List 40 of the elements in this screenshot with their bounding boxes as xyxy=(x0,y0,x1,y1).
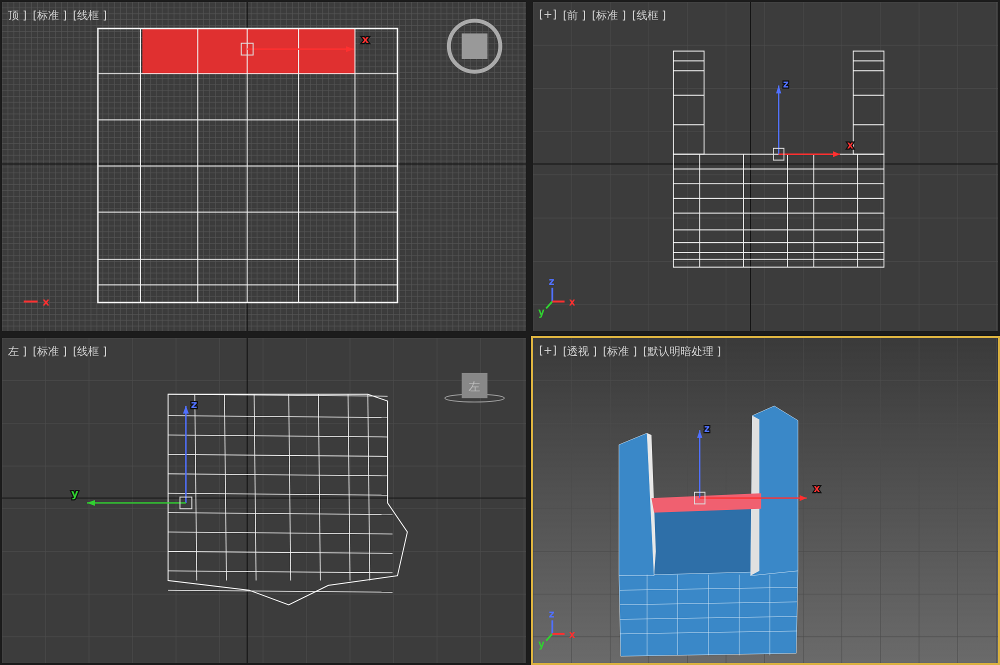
viewport-label[interactable]: [透视 ] xyxy=(562,344,597,359)
viewport-label[interactable]: [+] xyxy=(539,344,557,359)
axis-arrow-icon[interactable] xyxy=(87,500,186,506)
axis-label: z xyxy=(704,424,710,436)
viewport-label[interactable]: [标准 ] xyxy=(592,8,626,23)
axis-label: y xyxy=(71,487,78,500)
view-cube-icon[interactable] xyxy=(446,18,502,74)
axis-label: x xyxy=(362,33,369,46)
pivot-square-icon xyxy=(772,148,784,161)
axis-label: z xyxy=(783,78,789,91)
viewport-label[interactable]: [+] xyxy=(539,8,557,23)
axis-label: z xyxy=(548,609,554,621)
axis-label: z xyxy=(548,275,554,288)
viewport-label[interactable]: [前 ] xyxy=(562,8,586,23)
viewport-label[interactable]: [标准 ] xyxy=(602,344,637,359)
axis-label: y xyxy=(538,306,545,318)
viewport-label[interactable]: [标准 ] xyxy=(32,344,67,359)
axis-label: x xyxy=(568,629,576,641)
pivot-square-icon xyxy=(694,492,706,504)
pivot-square-icon xyxy=(240,42,254,56)
viewport-label[interactable]: [线框 ] xyxy=(72,344,107,359)
axis-arrow-icon[interactable] xyxy=(776,85,782,154)
viewport[interactable]: 顶 ] [标准 ] [线框 ] x x xyxy=(0,0,528,333)
axis-label: x xyxy=(814,484,820,496)
viewport-label[interactable]: [标准 ] xyxy=(32,8,67,23)
axis-label: x xyxy=(42,296,50,308)
axis-arrow-icon[interactable] xyxy=(182,406,189,503)
axis-arrow-icon[interactable] xyxy=(778,151,840,158)
axis-line xyxy=(24,300,38,303)
viewport-label[interactable]: [默认明暗处理 ] xyxy=(643,344,722,359)
axis-label: x xyxy=(568,296,576,309)
pivot-square-icon xyxy=(179,496,192,510)
axis-label: y xyxy=(538,639,545,651)
viewport-label[interactable]: [线框 ] xyxy=(72,8,107,23)
viewport[interactable]: [+] [前 ] [标准 ] [线框 ] z x z y x xyxy=(531,0,1000,333)
viewport-label[interactable]: [线框 ] xyxy=(632,8,666,23)
axis-label: x xyxy=(847,138,854,152)
viewport-label[interactable]: 左 ] xyxy=(8,344,27,359)
viewport-label[interactable]: 顶 ] xyxy=(8,8,27,23)
viewport[interactable]: [+] [透视 ] [标准 ] [默认明暗处理 ] z x z y x xyxy=(531,336,1000,665)
